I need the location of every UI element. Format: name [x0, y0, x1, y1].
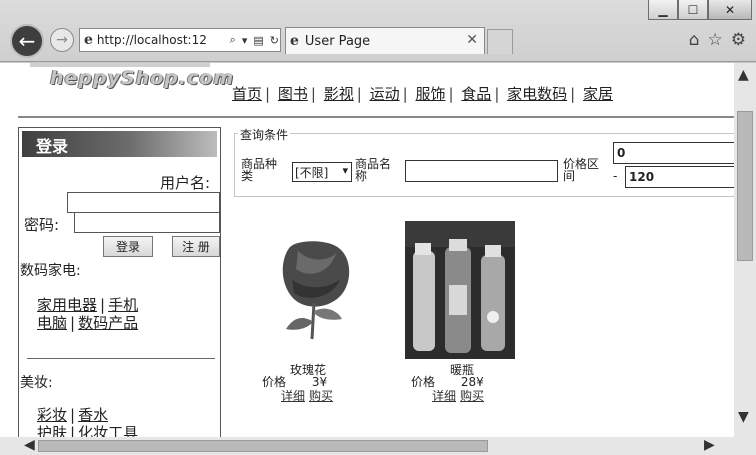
tab-user-page[interactable]: e User Page ✕	[285, 27, 485, 54]
tab-title: User Page	[304, 33, 371, 49]
username-label: 用户名:	[159, 174, 210, 192]
sidebar: 登录 用户名: 密码: 登录 注 册 数码家电: 家用电器 | 手机 电脑 | 数码产品…	[18, 127, 221, 437]
refresh-icon[interactable]: ↻	[269, 34, 280, 47]
compat-icon[interactable]: ▤	[252, 34, 264, 47]
register-button[interactable]: 注 册	[172, 236, 220, 257]
forward-button[interactable]: →	[50, 28, 74, 52]
site-logo: heppyShop.com	[50, 67, 235, 89]
maximize-button[interactable]: ☐	[678, 0, 708, 20]
address-url: http://localhost:12	[96, 33, 207, 47]
link-computers[interactable]: 电脑	[37, 314, 67, 332]
top-nav: 首页 | 图书 | 影视 | 运动 | 服饰 | 食品 | 家电数码 | 家居	[232, 85, 614, 103]
type-select[interactable]: [不限] ▾	[292, 162, 352, 182]
category-digital-title: 数码家电:	[20, 263, 81, 279]
ie-icon: e	[290, 33, 299, 49]
buy-link-thermos[interactable]: 购买	[460, 389, 484, 403]
link-makeup[interactable]: 彩妆	[37, 406, 67, 424]
nav-food[interactable]: 食品	[461, 85, 491, 103]
close-window-button[interactable]: ✕	[708, 0, 752, 20]
header-divider	[18, 116, 734, 118]
horizontal-scroll-thumb[interactable]	[38, 440, 488, 452]
product-image-thermos[interactable]	[405, 221, 515, 359]
address-bar[interactable]: e http://localhost:12 ⌕ ▾ ▤ ↻	[79, 28, 281, 52]
gear-icon[interactable]: ⚙	[731, 30, 746, 50]
close-tab-icon[interactable]: ✕	[466, 32, 478, 48]
query-panel: 查询条件 商品种类 [不限] ▾ 商品名称 价格区间 0 - 120	[234, 126, 734, 197]
vertical-scrollbar[interactable]: ▲ ▼	[734, 63, 756, 437]
minimize-button[interactable]: ▁	[648, 0, 678, 20]
buy-link-rose[interactable]: 购买	[309, 389, 333, 403]
password-label: 密码:	[24, 216, 60, 234]
nav-home-goods[interactable]: 家居	[583, 85, 613, 103]
login-title: 登录	[22, 131, 217, 157]
price-max-input[interactable]: 120	[625, 166, 734, 188]
link-appliances[interactable]: 家用电器	[37, 296, 97, 314]
login-button[interactable]: 登录	[103, 236, 153, 257]
category-beauty-title: 美妆:	[20, 375, 53, 391]
sidebar-divider	[27, 358, 215, 359]
dropdown-icon[interactable]: ▾	[241, 34, 249, 47]
home-icon[interactable]: ⌂	[689, 30, 700, 50]
chevron-down-icon: ▾	[342, 164, 348, 177]
name-input[interactable]	[405, 160, 558, 182]
horizontal-scrollbar[interactable]: ◀ ▶	[0, 437, 756, 455]
price-min-input[interactable]: 0	[613, 142, 734, 164]
category-beauty-row2: 护肤 | 化妆工具	[37, 424, 138, 437]
detail-link-rose[interactable]: 详细	[281, 389, 305, 403]
scroll-down-icon[interactable]: ▼	[738, 409, 749, 425]
nav-books[interactable]: 图书	[278, 85, 308, 103]
page-viewport: heppyShop.com 首页 | 图书 | 影视 | 运动 | 服饰 | 食品 | 家电…	[0, 63, 734, 437]
scroll-right-icon[interactable]: ▶	[704, 437, 715, 453]
back-button[interactable]: ←	[10, 24, 44, 58]
nav-sports[interactable]: 运动	[370, 85, 400, 103]
nav-clothing[interactable]: 服饰	[415, 85, 445, 103]
product-image-rose[interactable]	[268, 239, 360, 347]
detail-link-thermos[interactable]: 详细	[432, 389, 456, 403]
type-label: 商品种类	[241, 157, 278, 183]
price-label: 价格区间	[563, 157, 600, 183]
link-makeup-tools[interactable]: 化妆工具	[78, 424, 138, 437]
vertical-scroll-thumb[interactable]	[737, 111, 753, 261]
nav-movies[interactable]: 影视	[324, 85, 354, 103]
ie-icon: e	[84, 32, 93, 48]
username-input[interactable]	[67, 192, 220, 213]
type-selected: [不限]	[295, 165, 329, 180]
category-digital-row2: 电脑 | 数码产品	[37, 314, 139, 332]
window-controls: ▁ ☐ ✕	[648, 0, 752, 20]
back-arrow-icon: ←	[18, 29, 36, 53]
search-icon[interactable]: ⌕	[229, 33, 237, 47]
product-links-thermos: 详细 购买	[432, 387, 488, 404]
browser-tools: ⌂ ☆ ⚙	[689, 30, 746, 50]
category-digital-row1: 家用电器 | 手机	[37, 296, 139, 314]
category-beauty-row1: 彩妆 | 香水	[37, 406, 109, 424]
product-links-rose: 详细 购买	[281, 387, 337, 404]
nav-home[interactable]: 首页	[232, 85, 262, 103]
price-dash: -	[613, 169, 618, 183]
link-skincare[interactable]: 护肤	[37, 424, 67, 437]
link-perfume[interactable]: 香水	[78, 406, 108, 424]
name-label: 商品名称	[355, 157, 392, 183]
browser-chrome: ▁ ☐ ✕ ← → e http://localhost:12 ⌕ ▾ ▤ ↻ …	[0, 0, 756, 62]
scroll-left-icon[interactable]: ◀	[24, 437, 35, 453]
star-icon[interactable]: ☆	[708, 30, 723, 50]
link-digital-products[interactable]: 数码产品	[78, 314, 138, 332]
query-legend: 查询条件	[238, 126, 291, 143]
nav-electronics[interactable]: 家电数码	[507, 85, 567, 103]
password-input[interactable]	[74, 212, 220, 233]
scroll-up-icon[interactable]: ▲	[738, 67, 749, 83]
link-phones[interactable]: 手机	[108, 296, 138, 314]
forward-arrow-icon: →	[56, 32, 68, 48]
new-tab-button[interactable]	[487, 29, 513, 54]
